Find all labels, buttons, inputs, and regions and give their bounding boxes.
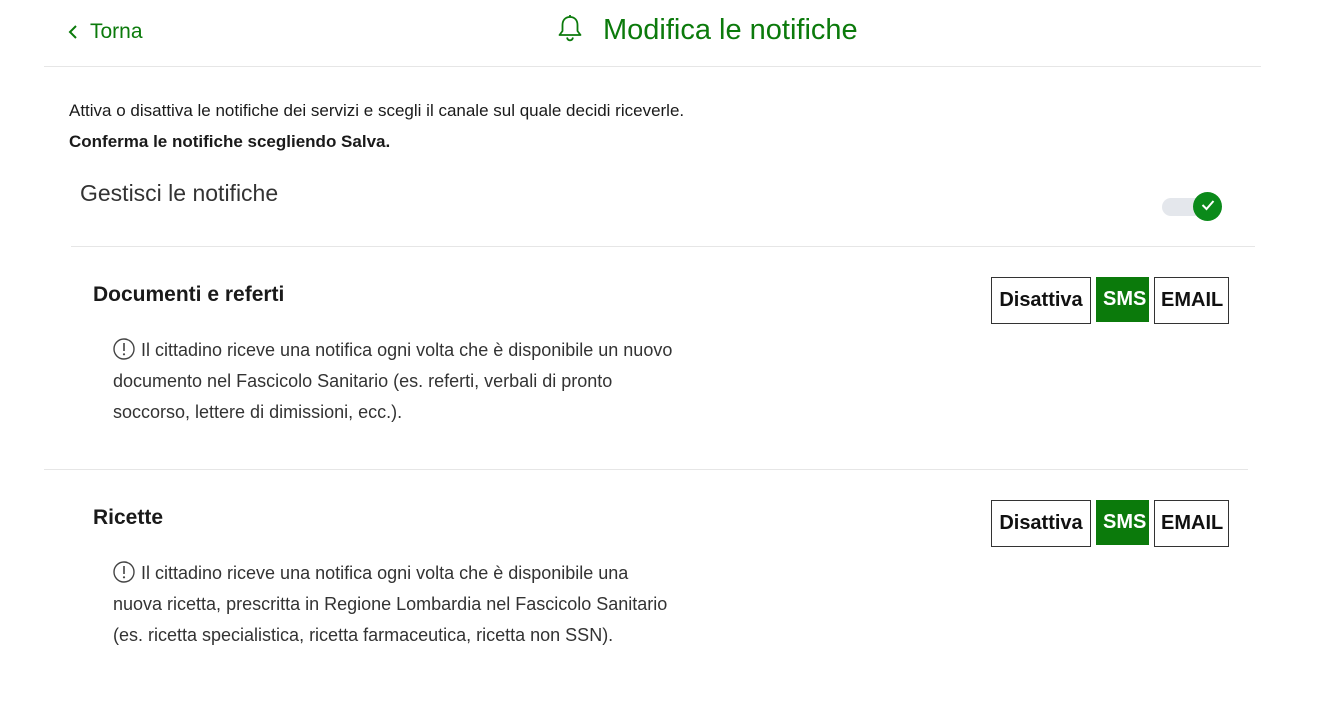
bell-icon <box>557 14 583 47</box>
page-header: Torna Modifica le notifiche <box>0 0 1327 66</box>
channel-group-ricette: Disattiva SMS EMAIL <box>991 500 1229 547</box>
checkmark-icon <box>1201 198 1215 216</box>
section-info-ricette: Il cittadino riceve una notifica ogni vo… <box>113 558 673 651</box>
manage-notifications-label: Gestisci le notifiche <box>80 180 279 206</box>
back-label: Torna <box>90 20 143 43</box>
email-button[interactable]: EMAIL <box>1154 500 1229 547</box>
section-info-text: Il cittadino riceve una notifica ogni vo… <box>113 340 673 422</box>
email-button[interactable]: EMAIL <box>1154 277 1229 324</box>
manage-notifications-toggle[interactable] <box>1162 191 1224 221</box>
title-wrap: Modifica le notifiche <box>557 14 858 47</box>
section-title-documenti: Documenti e referti <box>93 283 285 306</box>
intro-text: Attiva o disattiva le notifiche dei serv… <box>69 95 684 157</box>
intro-confirm: Conferma le notifiche scegliendo Salva. <box>69 132 391 151</box>
info-circle-icon <box>113 338 135 360</box>
intro-description: Attiva o disattiva le notifiche dei serv… <box>69 101 685 120</box>
disattiva-button[interactable]: Disattiva <box>991 500 1091 547</box>
disattiva-button[interactable]: Disattiva <box>991 277 1091 324</box>
sms-button[interactable]: SMS <box>1096 277 1149 322</box>
toggle-knob <box>1193 192 1222 221</box>
page-title: Modifica le notifiche <box>603 14 858 46</box>
header-divider <box>44 66 1261 67</box>
section-divider <box>44 469 1248 470</box>
chevron-left-icon <box>68 24 78 40</box>
section-title-ricette: Ricette <box>93 506 164 529</box>
channel-group-documenti: Disattiva SMS EMAIL <box>991 277 1229 324</box>
section-info-text: Il cittadino riceve una notifica ogni vo… <box>113 563 668 645</box>
sms-button[interactable]: SMS <box>1096 500 1149 545</box>
section-info-documenti: Il cittadino riceve una notifica ogni vo… <box>113 335 673 428</box>
manage-divider <box>71 246 1255 247</box>
info-circle-icon <box>113 561 135 583</box>
back-link[interactable]: Torna <box>68 20 143 44</box>
